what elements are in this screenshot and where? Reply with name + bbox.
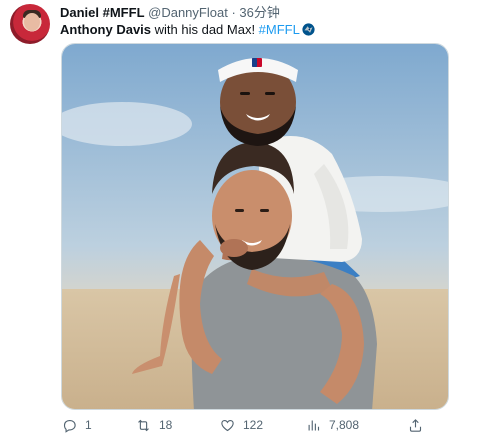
tweet-photo[interactable]: [61, 43, 449, 410]
reply-count: 1: [85, 418, 92, 432]
avatar[interactable]: [10, 4, 50, 44]
tweet[interactable]: Daniel #MFFL @DannyFloat · 36分钟 Anthony …: [0, 0, 500, 440]
mavericks-logo-icon: [302, 23, 315, 36]
tweet-text: Anthony Davis with his dad Max! #MFFL: [60, 22, 315, 38]
tweet-text-body: with his dad Max!: [151, 22, 259, 37]
like-count: 122: [243, 418, 264, 432]
share-icon: [409, 418, 422, 432]
like-button[interactable]: 122: [220, 416, 263, 434]
views-icon: [308, 420, 320, 430]
retweet-icon: [138, 419, 149, 431]
heart-icon: [221, 419, 234, 431]
separator-dot: ·: [231, 5, 236, 20]
share-button[interactable]: [408, 416, 423, 434]
views-count: 7,808: [329, 418, 360, 432]
views-button[interactable]: 7,808: [306, 416, 359, 434]
display-name[interactable]: Daniel #MFFL: [60, 5, 145, 20]
tweet-text-bold: Anthony Davis: [60, 22, 152, 37]
user-handle[interactable]: @DannyFloat: [148, 5, 228, 20]
reply-icon: [63, 419, 76, 433]
photo-beach-scene: [62, 44, 448, 409]
tweet-actions: 1 18 122 7,808: [60, 416, 440, 434]
retweet-button[interactable]: 18: [136, 416, 172, 434]
retweet-count: 18: [159, 418, 173, 432]
tweet-timestamp[interactable]: 36分钟: [239, 5, 279, 20]
tweet-header: Daniel #MFFL @DannyFloat · 36分钟: [60, 5, 280, 21]
reply-button[interactable]: 1: [62, 416, 92, 434]
hashtag-link[interactable]: #MFFL: [259, 22, 300, 37]
avatar-face: [24, 13, 40, 31]
